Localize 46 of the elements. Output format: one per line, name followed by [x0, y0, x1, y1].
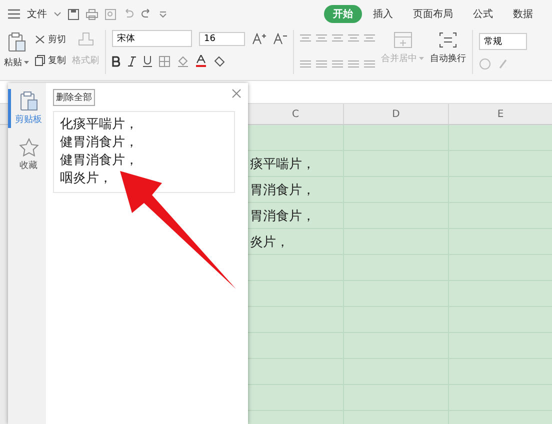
- clipboard-icon: [20, 91, 38, 111]
- panel-tab[interactable]: 收藏: [8, 136, 46, 174]
- wrap-text-button[interactable]: 自动换行: [430, 52, 466, 65]
- bold-icon[interactable]: [112, 56, 121, 66]
- cell-text: 胃消食片，: [250, 182, 315, 199]
- ribbon-tab[interactable]: 插入: [364, 5, 402, 23]
- column-header[interactable]: D: [344, 104, 449, 124]
- italic-icon[interactable]: [128, 56, 136, 66]
- paste-button[interactable]: 粘贴: [4, 56, 22, 69]
- close-icon[interactable]: [232, 89, 241, 98]
- border-icon[interactable]: [159, 56, 170, 66]
- copy-button[interactable]: 复制: [48, 54, 66, 67]
- ribbon-tab[interactable]: 公式: [464, 5, 502, 23]
- number-format-select[interactable]: 常规: [479, 33, 527, 50]
- more-icon[interactable]: [159, 10, 167, 18]
- menu-icon[interactable]: [8, 9, 20, 19]
- grow-font-icon[interactable]: [252, 32, 266, 44]
- underline-icon[interactable]: [143, 56, 152, 66]
- redo-icon[interactable]: [141, 9, 152, 19]
- save-icon[interactable]: [68, 8, 79, 20]
- cell-text: 痰平喘片，: [250, 156, 315, 173]
- clipboard-icon[interactable]: [8, 32, 26, 52]
- shrink-font-icon[interactable]: [273, 32, 287, 44]
- scissors-icon[interactable]: [35, 35, 45, 44]
- cut-button[interactable]: 剪切: [48, 33, 66, 46]
- font-select[interactable]: 宋体: [112, 30, 192, 47]
- copy-icon[interactable]: [35, 55, 45, 66]
- align-lines-icon[interactable]: [300, 33, 375, 69]
- font-size-select[interactable]: 16: [199, 32, 245, 46]
- cell-text: 胃消食片，: [250, 208, 315, 225]
- preview-icon[interactable]: [105, 8, 116, 20]
- clear-all-button[interactable]: 删除全部: [53, 89, 95, 106]
- cell-text: 炎片，: [250, 234, 289, 251]
- ribbon-tab[interactable]: 数据: [504, 5, 542, 23]
- wrap-text-icon[interactable]: [439, 32, 457, 48]
- clipboard-item[interactable]: 化痰平喘片， 健胃消食片， 健胃消食片， 咽炎片，: [53, 111, 235, 193]
- file-menu[interactable]: 文件: [27, 7, 47, 21]
- font-color-icon[interactable]: [196, 55, 206, 67]
- chevron-down-icon[interactable]: [54, 12, 61, 16]
- print-icon[interactable]: [86, 8, 98, 20]
- ribbon-tab[interactable]: 页面布局: [404, 5, 462, 23]
- caret-icon[interactable]: [24, 61, 29, 64]
- undo-icon[interactable]: [123, 9, 134, 19]
- star-icon: [18, 138, 38, 157]
- panel-tab[interactable]: 剪贴板: [8, 89, 46, 128]
- column-header[interactable]: E: [449, 104, 552, 124]
